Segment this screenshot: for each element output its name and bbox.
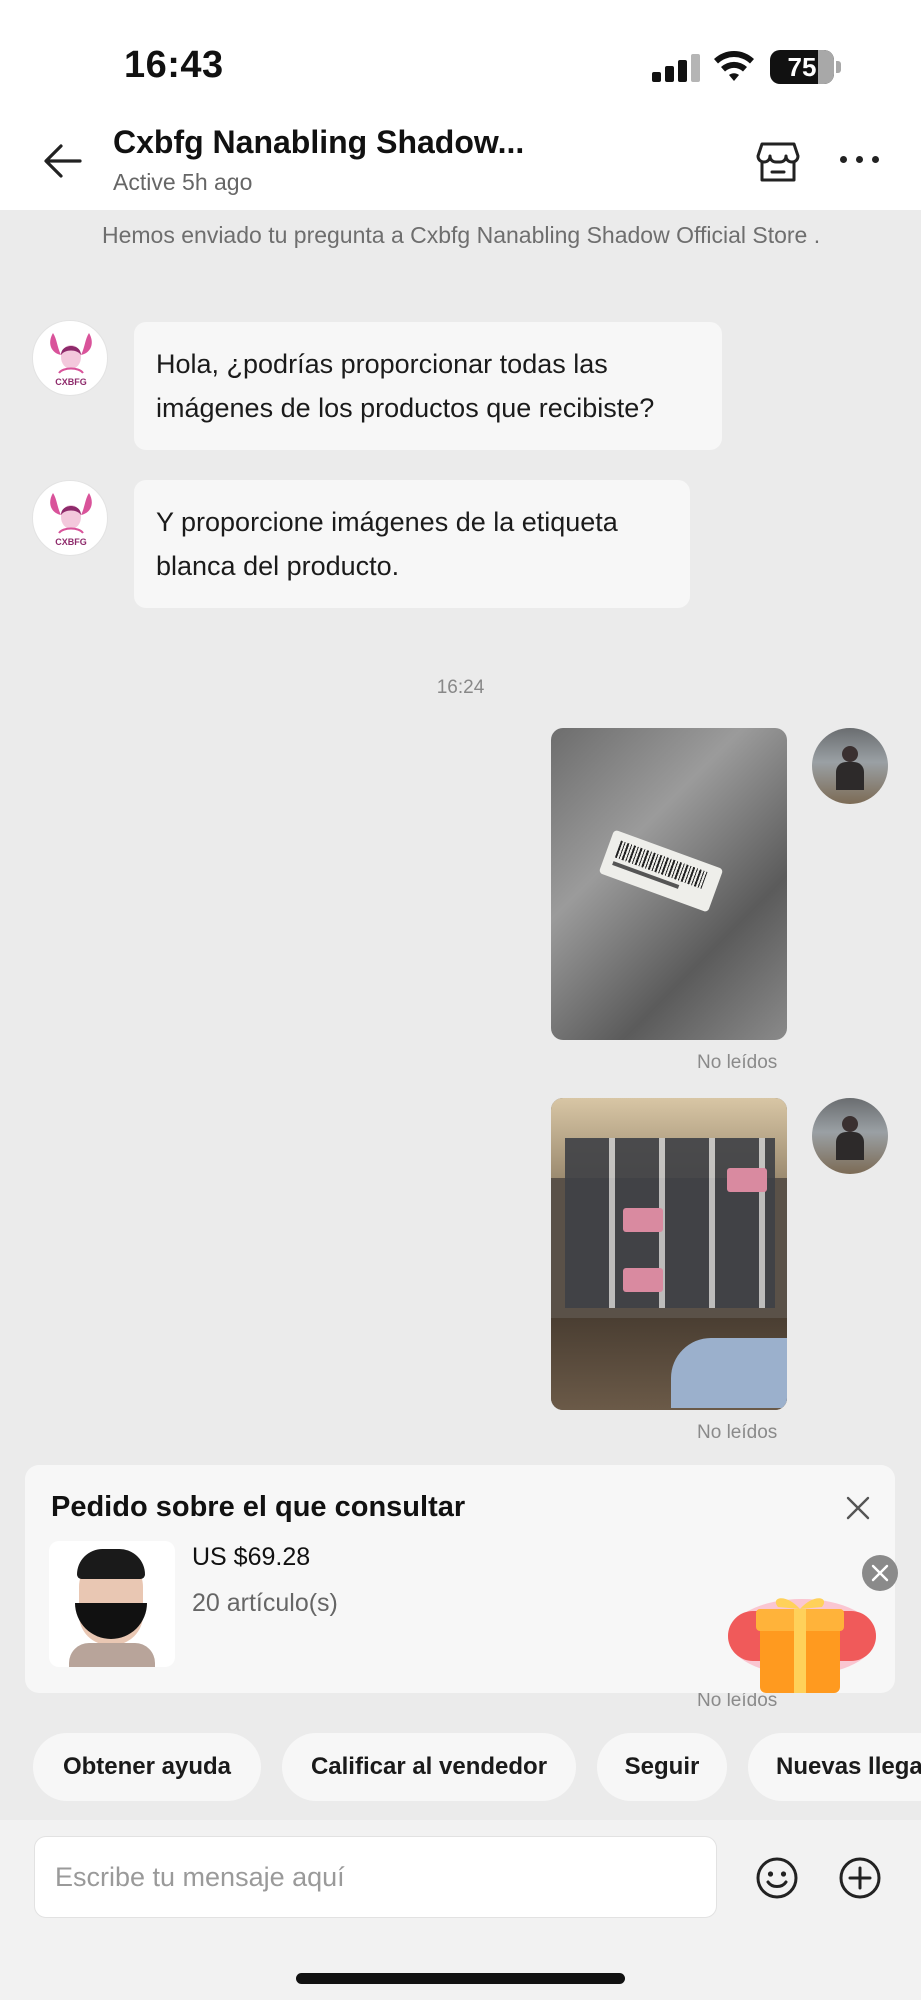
arrow-left-icon[interactable] xyxy=(40,138,86,184)
message-bubble: Hola, ¿podrías proporcionar todas las im… xyxy=(134,322,722,450)
wifi-icon xyxy=(714,51,754,81)
quick-actions: Obtener ayuda Calificar al vendedor Segu… xyxy=(0,1733,921,1803)
product-thumbnail[interactable] xyxy=(49,1541,175,1667)
active-status: Active 5h ago xyxy=(113,169,253,195)
store-logo-icon: CXBFG xyxy=(50,493,92,547)
cellular-signal-icon xyxy=(652,52,700,82)
user-avatar[interactable] xyxy=(812,1098,888,1174)
order-card-title: Pedido sobre el que consultar xyxy=(51,1491,466,1523)
message-timestamp: 16:24 xyxy=(436,677,485,698)
store-logo-text: CXBFG xyxy=(55,377,87,387)
chip-get-help[interactable]: Obtener ayuda xyxy=(33,1733,261,1801)
gift-box-icon[interactable] xyxy=(726,1575,878,1695)
battery-level: 75 xyxy=(787,51,817,82)
message-bubble: Y proporcione imágenes de la etiqueta bl… xyxy=(134,480,690,608)
battery-icon: 75 xyxy=(770,50,834,84)
user-avatar[interactable] xyxy=(812,728,888,804)
sent-photo-barcode[interactable] xyxy=(551,728,787,1040)
sent-photo-products[interactable] xyxy=(551,1098,787,1410)
store-name[interactable]: Cxbfg Nanabling Shadow... xyxy=(113,124,524,161)
home-indicator xyxy=(296,1973,625,1984)
chip-rate-seller[interactable]: Calificar al vendedor xyxy=(282,1733,576,1801)
plus-circle-icon[interactable] xyxy=(838,1856,882,1900)
smiley-icon[interactable] xyxy=(755,1856,799,1900)
barcode-label xyxy=(598,829,724,913)
battery-tip xyxy=(836,61,841,73)
read-status: No leídos xyxy=(697,1422,778,1443)
chip-new-arrivals[interactable]: Nuevas llega xyxy=(748,1733,921,1801)
system-note: Hemos enviado tu pregunta a Cxbfg Nanabl… xyxy=(102,222,821,248)
order-price: US $69.28 xyxy=(192,1543,311,1571)
chat-header: Cxbfg Nanabling Shadow... Active 5h ago xyxy=(0,112,921,210)
store-avatar[interactable]: CXBFG xyxy=(32,480,108,556)
message-input[interactable]: Escribe tu mensaje aquí xyxy=(34,1836,717,1918)
store-logo-icon: CXBFG xyxy=(50,333,92,387)
status-time: 16:43 xyxy=(124,44,224,86)
order-quantity: 20 artículo(s) xyxy=(192,1589,338,1617)
read-status: No leídos xyxy=(697,1052,778,1073)
status-bar: 16:43 75 xyxy=(0,0,921,112)
chip-follow[interactable]: Seguir xyxy=(597,1733,727,1801)
close-icon[interactable] xyxy=(845,1495,871,1521)
message-input-bar: Escribe tu mensaje aquí xyxy=(0,1820,921,2000)
more-horizontal-icon[interactable] xyxy=(840,156,880,168)
store-avatar[interactable]: CXBFG xyxy=(32,320,108,396)
store-logo-text: CXBFG xyxy=(55,537,87,547)
storefront-icon[interactable] xyxy=(754,138,802,186)
